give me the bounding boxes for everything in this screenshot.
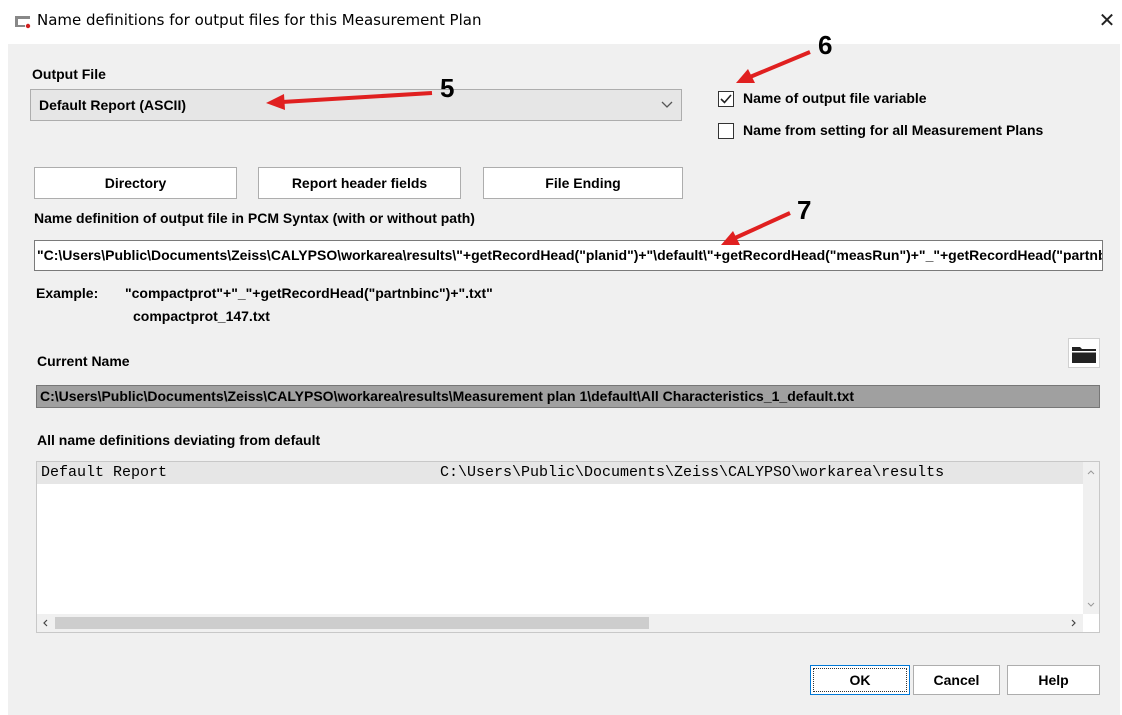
scroll-down-icon[interactable] [1087, 602, 1095, 608]
scroll-left-icon[interactable] [42, 619, 48, 627]
example-result: compactprot_147.txt [133, 308, 270, 324]
report-header-fields-button[interactable]: Report header fields [258, 167, 461, 199]
cancel-button[interactable]: Cancel [913, 665, 1000, 695]
file-ending-button[interactable]: File Ending [483, 167, 683, 199]
syntax-label: Name definition of output file in PCM Sy… [34, 210, 475, 226]
annotation-5: 5 [440, 73, 455, 103]
close-icon[interactable]: ✕ [1096, 8, 1118, 34]
annotation-6: 6 [818, 30, 833, 60]
open-folder-button[interactable] [1068, 338, 1100, 368]
all-plans-label: Name from setting for all Measurement Pl… [743, 122, 1044, 138]
scrollbar-thumb[interactable] [55, 617, 649, 629]
vertical-scrollbar[interactable] [1083, 462, 1099, 614]
calypso-app-icon [15, 16, 31, 29]
annotation-7: 7 [797, 195, 812, 225]
scroll-up-icon[interactable] [1087, 469, 1095, 475]
deviating-label: All name definitions deviating from defa… [37, 432, 321, 448]
variable-name-checkbox[interactable] [718, 91, 734, 107]
checkmark-icon [720, 94, 732, 104]
ok-button[interactable]: OK [810, 665, 910, 695]
example-syntax: "compactprot"+"_"+getRecordHead("partnbi… [125, 285, 493, 301]
all-plans-checkbox[interactable] [718, 123, 734, 139]
example-label: Example: [36, 285, 99, 301]
list-item-path: C:\Users\Public\Documents\Zeiss\CALYPSO\… [440, 464, 945, 481]
help-button[interactable]: Help [1007, 665, 1100, 695]
output-file-select[interactable]: Default Report (ASCII) [30, 89, 682, 121]
syntax-input[interactable]: "C:\Users\Public\Documents\Zeiss\CALYPSO… [34, 240, 1103, 271]
title-bar: Name definitions for output files for th… [0, 0, 1122, 44]
scroll-right-icon[interactable] [1071, 619, 1077, 627]
window-title: Name definitions for output files for th… [37, 11, 482, 29]
horizontal-scrollbar[interactable] [37, 614, 1083, 632]
output-file-label: Output File [32, 66, 106, 82]
deviating-list[interactable]: Default Report C:\Users\Public\Documents… [36, 461, 1100, 633]
directory-button[interactable]: Directory [34, 167, 237, 199]
current-name-field: C:\Users\Public\Documents\Zeiss\CALYPSO\… [36, 385, 1100, 408]
chevron-down-icon[interactable] [661, 98, 673, 112]
list-item-name: Default Report [41, 464, 168, 481]
variable-name-label: Name of output file variable [743, 90, 927, 106]
folder-icon [1072, 347, 1096, 363]
output-file-value: Default Report (ASCII) [39, 97, 186, 113]
current-name-label: Current Name [37, 353, 130, 369]
list-item[interactable]: Default Report C:\Users\Public\Documents… [37, 462, 1083, 484]
